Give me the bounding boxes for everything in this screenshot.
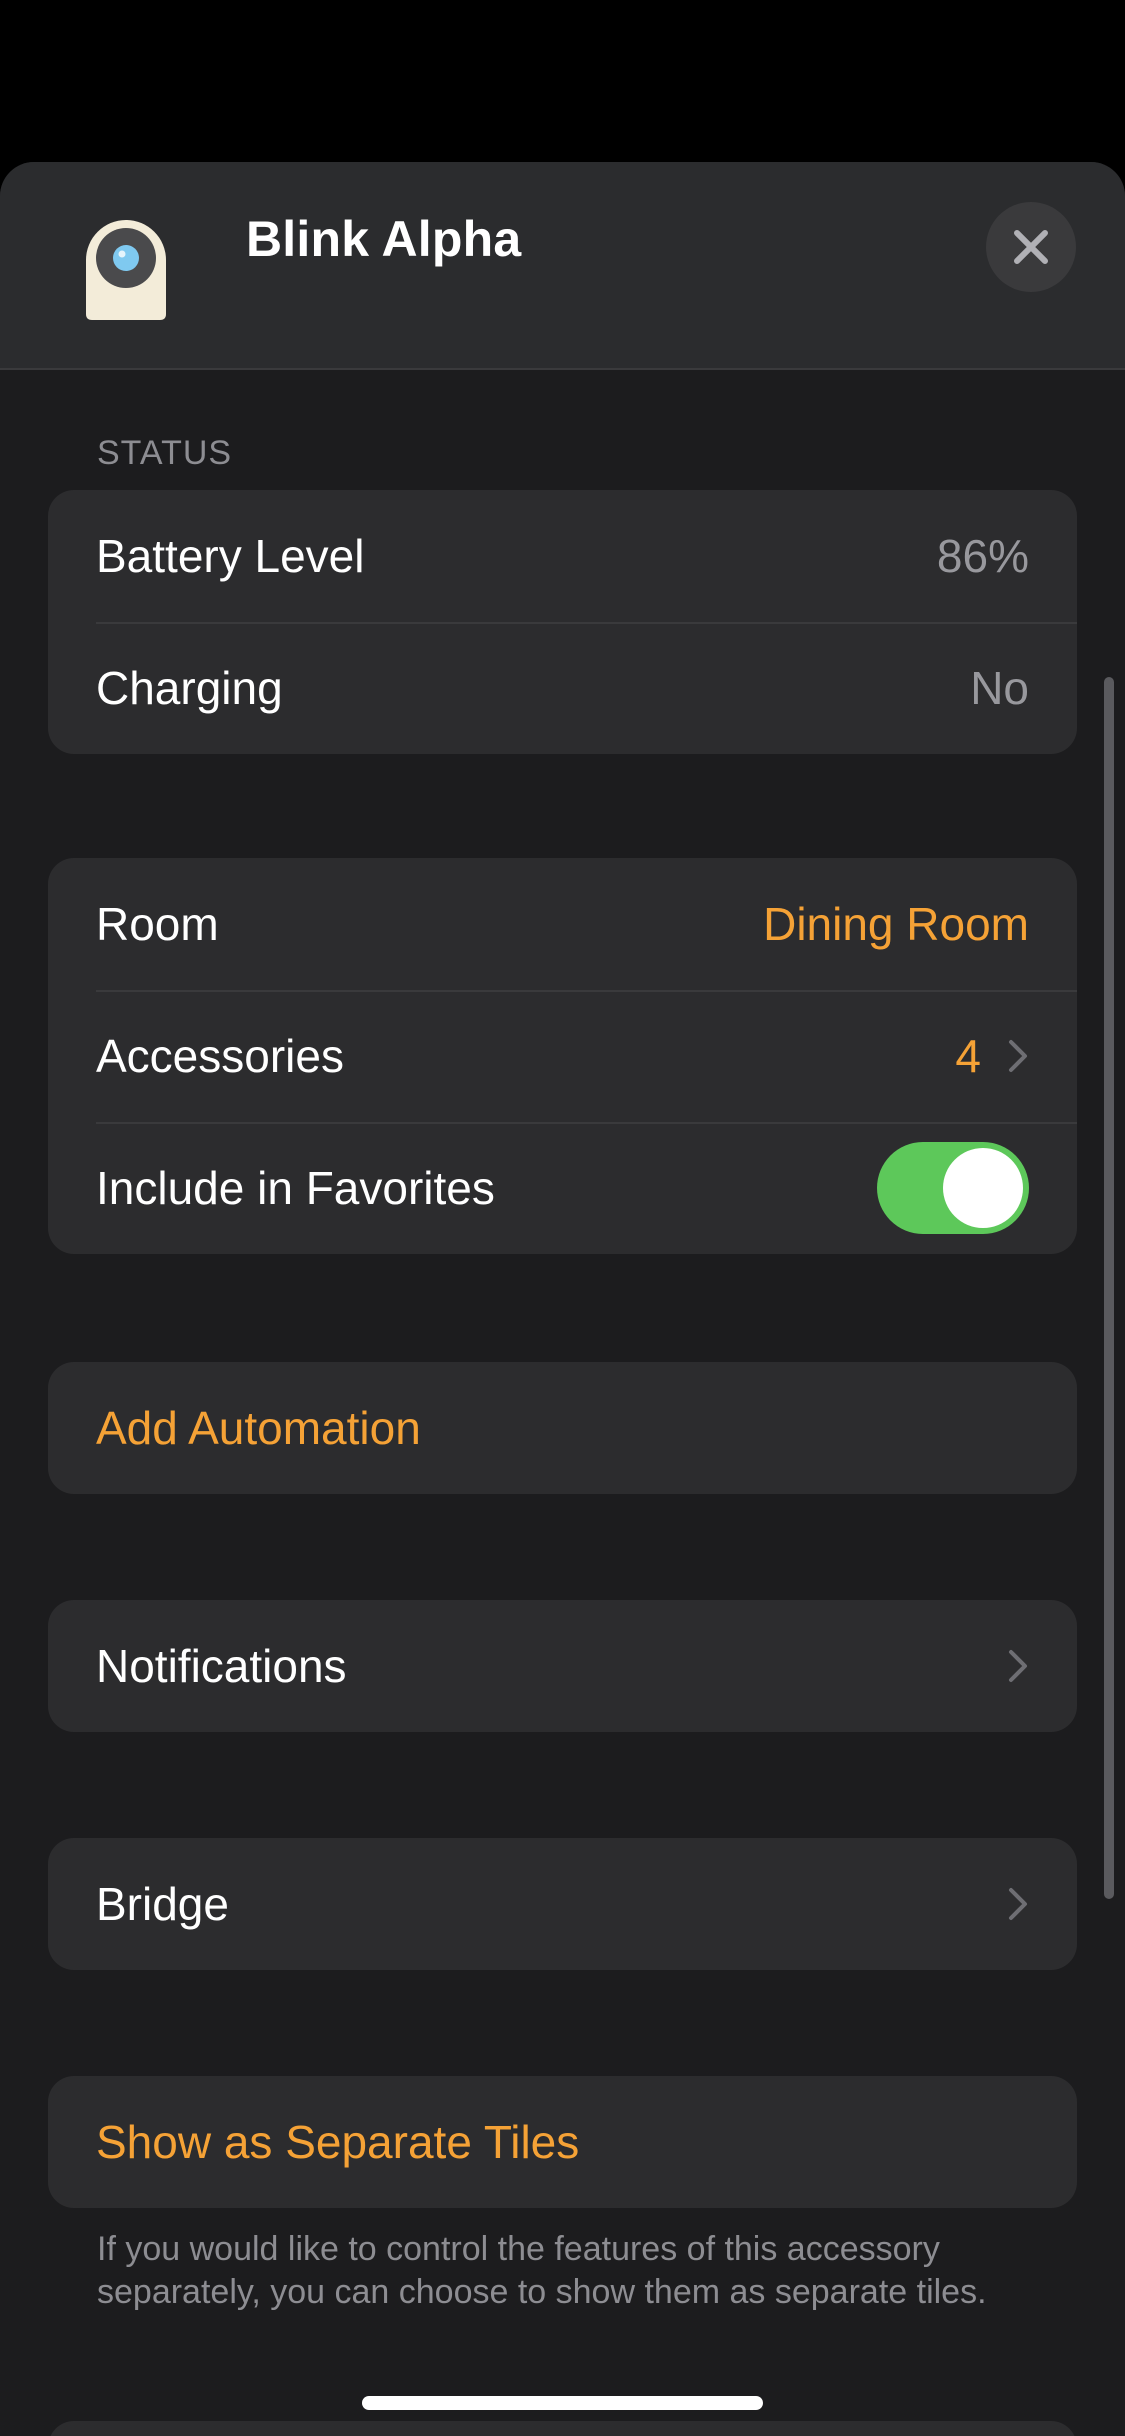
battery-level-value: 86% (936, 530, 1029, 582)
status-group: Battery Level 86% Charging No (48, 490, 1077, 754)
battery-level-row: Battery Level 86% (48, 490, 1077, 622)
notifications-group: Notifications (48, 1600, 1077, 1732)
show-separate-tiles-button[interactable]: Show as Separate Tiles (48, 2076, 1077, 2208)
status-section-header: STATUS (97, 434, 233, 472)
show-separate-tiles-label: Show as Separate Tiles (96, 2116, 580, 2168)
accessories-count: 4 (955, 1030, 981, 1082)
notifications-label: Notifications (96, 1640, 347, 1692)
accessory-detail-sheet: Blink Alpha STATUS Battery Level 86% Cha… (0, 162, 1125, 2436)
charging-value: No (970, 662, 1029, 714)
bridge-row[interactable]: Bridge (48, 1838, 1077, 1970)
settings-group: Room Dining Room Accessories 4 Include i… (48, 858, 1077, 1254)
toggle-knob (943, 1148, 1023, 1228)
charging-label: Charging (96, 662, 283, 714)
next-group (48, 2421, 1077, 2436)
add-automation-label: Add Automation (96, 1402, 421, 1454)
bridge-group: Bridge (48, 1838, 1077, 1970)
close-icon (1014, 230, 1048, 264)
close-button[interactable] (986, 202, 1076, 292)
room-label: Room (96, 898, 219, 950)
automation-group: Add Automation (48, 1362, 1077, 1494)
scrollbar[interactable] (1104, 677, 1114, 1899)
accessories-label: Accessories (96, 1030, 344, 1082)
favorites-row: Include in Favorites (48, 1122, 1077, 1254)
charging-row: Charging No (48, 622, 1077, 754)
page-title: Blink Alpha (246, 211, 522, 267)
bridge-label: Bridge (96, 1878, 229, 1930)
favorites-toggle[interactable] (877, 1142, 1029, 1234)
separate-tiles-footnote: If you would like to control the feature… (97, 2230, 987, 2311)
sheet-header: Blink Alpha (0, 162, 1125, 370)
chevron-right-icon (1009, 1888, 1027, 1920)
favorites-label: Include in Favorites (96, 1162, 495, 1214)
home-indicator[interactable] (362, 2396, 763, 2410)
chevron-right-icon (1009, 1650, 1027, 1682)
battery-level-label: Battery Level (96, 530, 365, 582)
add-automation-button[interactable]: Add Automation (48, 1362, 1077, 1494)
accessories-row[interactable]: Accessories 4 (48, 990, 1077, 1122)
chevron-right-icon (1009, 1040, 1027, 1072)
room-value: Dining Room (763, 898, 1029, 950)
camera-icon (86, 220, 166, 320)
room-row[interactable]: Room Dining Room (48, 858, 1077, 990)
notifications-row[interactable]: Notifications (48, 1600, 1077, 1732)
separate-tiles-group: Show as Separate Tiles (48, 2076, 1077, 2208)
